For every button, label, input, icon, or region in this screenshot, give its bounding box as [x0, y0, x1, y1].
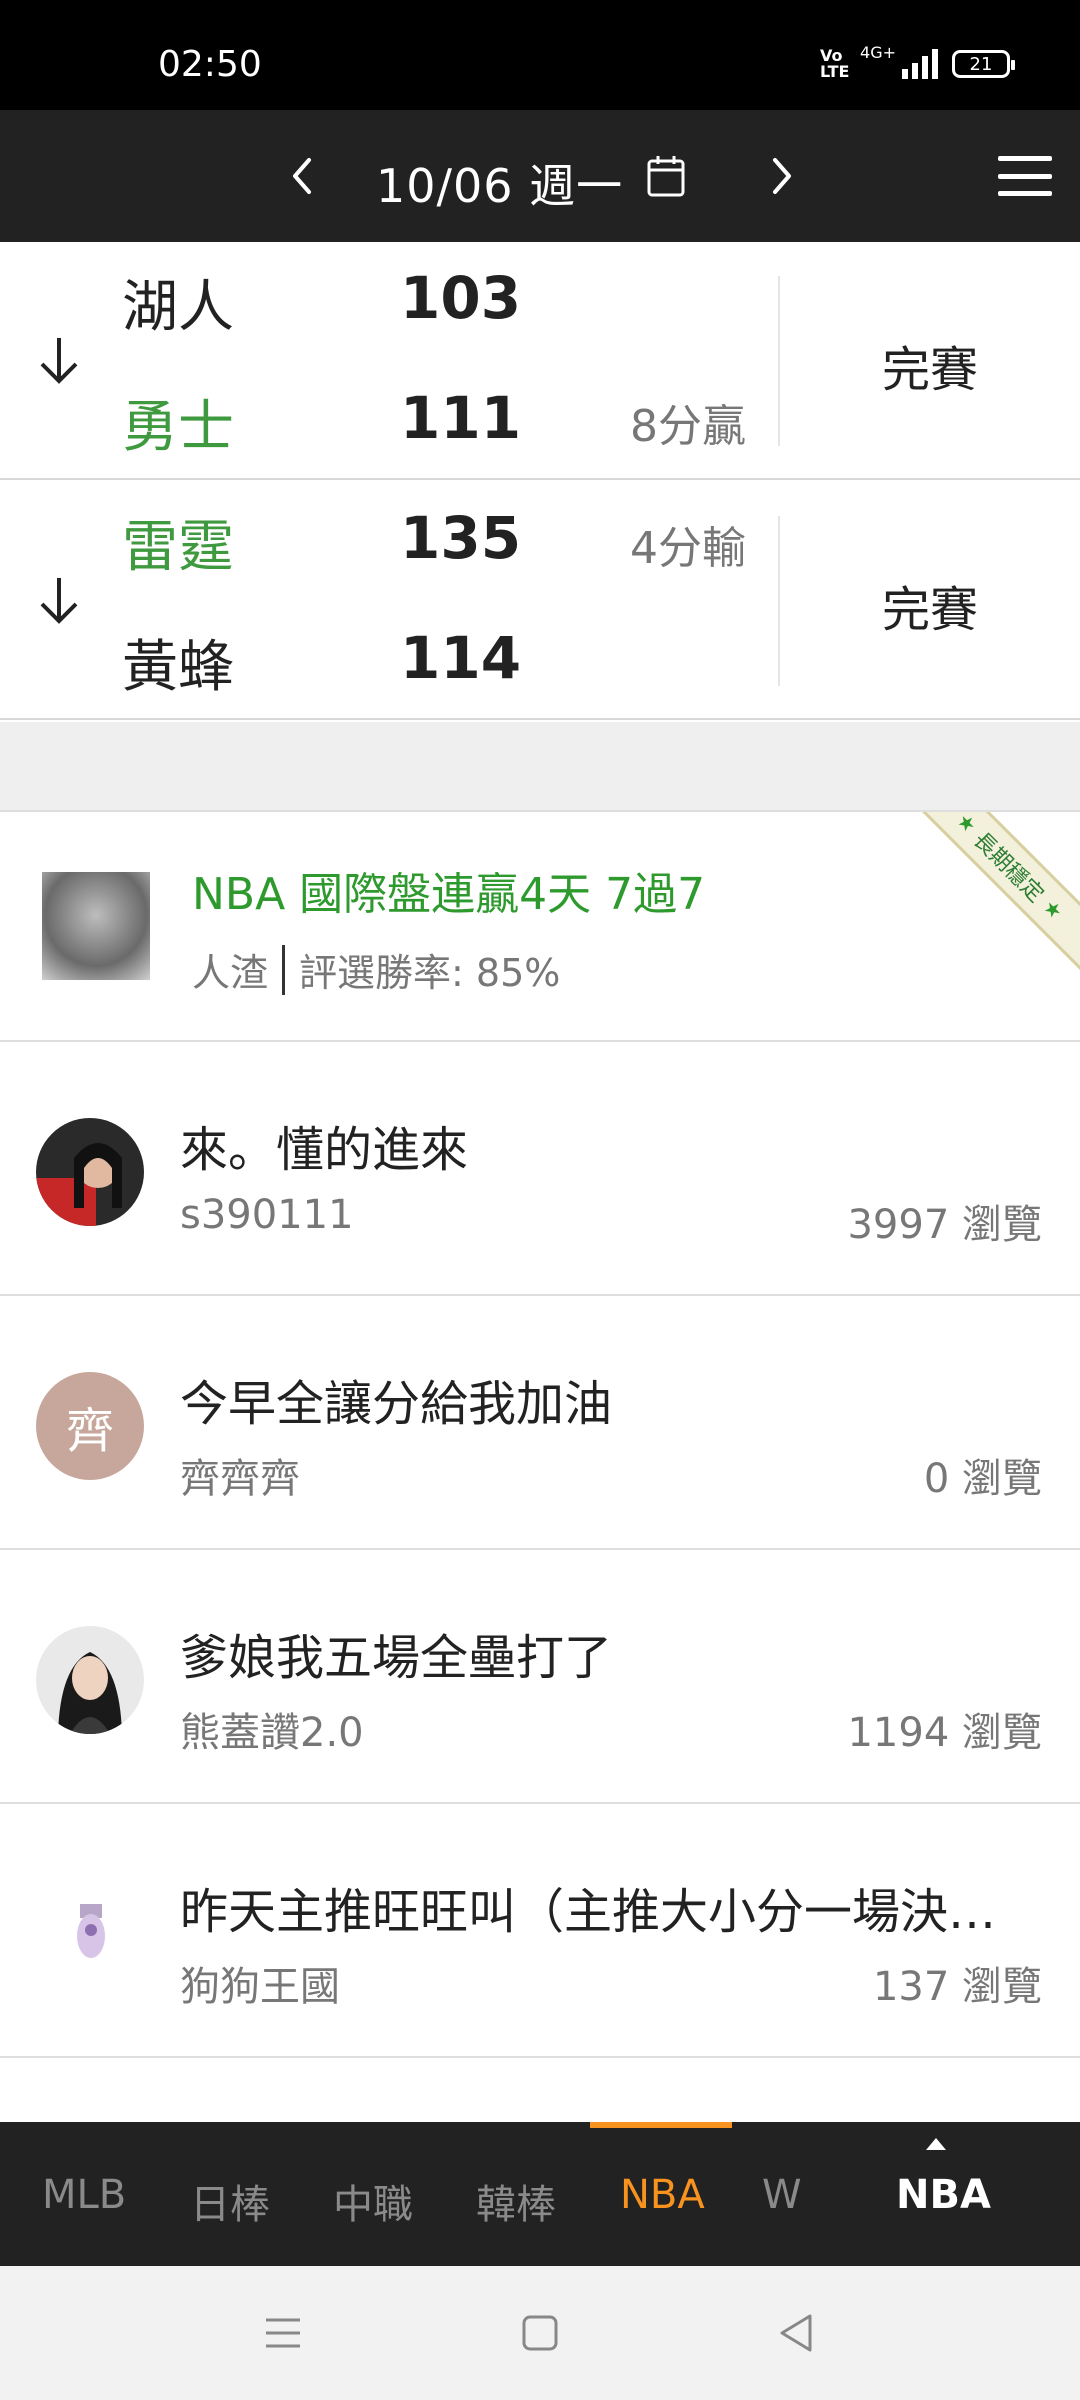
star-icon: ★: [952, 812, 982, 838]
ribbon-badge: ★ 長期穩定 ★: [901, 812, 1080, 975]
status-time: 02:50: [158, 44, 262, 85]
status-icons: Vo LTE 4G+ 21: [820, 43, 1015, 81]
calendar-icon[interactable]: [646, 154, 686, 198]
post-title: 今早全讓分給我加油: [180, 1376, 613, 1432]
chevron-left-icon: [293, 158, 311, 194]
game-status: 完賽: [882, 342, 979, 398]
team-name: 勇士: [122, 395, 234, 460]
featured-title: NBA 國際盤連贏4天 7過7: [192, 869, 706, 920]
post-author: 齊齊齊: [180, 1456, 300, 1502]
tab-cpbl[interactable]: 中職: [333, 2172, 413, 2230]
team-score: 103: [400, 264, 522, 332]
post-views: 137 瀏覽: [872, 1964, 1042, 2010]
system-nav-bar: [0, 2266, 1080, 2400]
team-name: 雷霆: [122, 515, 234, 580]
divider: [778, 276, 780, 446]
home-icon[interactable]: [515, 2308, 565, 2358]
hamburger-menu-icon[interactable]: [998, 156, 1052, 196]
post-views: 0 瀏覽: [923, 1456, 1042, 1502]
post-views: 1194 瀏覽: [847, 1710, 1042, 1756]
team-score: 114: [400, 624, 522, 692]
back-icon[interactable]: [772, 2308, 822, 2358]
tab-npb[interactable]: 日棒: [190, 2172, 270, 2230]
list-item[interactable]: 來。懂的進來 s390111 3997 瀏覽: [0, 1042, 1080, 1296]
game-result: 8分贏: [630, 401, 746, 452]
league-selector[interactable]: NBA: [896, 2172, 991, 2218]
avatar: [36, 1118, 144, 1226]
game-row[interactable]: 湖人 103 勇士 111 8分贏 完賽: [0, 242, 1080, 480]
date-label[interactable]: 10/06 週一: [376, 150, 623, 216]
post-title: 來。懂的進來: [180, 1122, 469, 1178]
battery-icon: 21: [952, 50, 1015, 78]
team-score: 111: [400, 384, 522, 452]
featured-thumbnail: [42, 872, 150, 980]
team-score: 135: [400, 504, 522, 572]
post-author: 熊蓋讚2.0: [180, 1710, 364, 1756]
next-day-button[interactable]: [752, 140, 812, 212]
featured-author: 人渣: [192, 951, 269, 995]
tab-w[interactable]: W: [762, 2172, 802, 2218]
divider: [282, 944, 286, 995]
featured-win-rate: 評選勝率: 85%: [299, 951, 561, 995]
tab-mlb[interactable]: MLB: [42, 2172, 126, 2218]
featured-meta: 人渣 評選勝率: 85%: [192, 942, 560, 997]
chevron-right-icon: [773, 158, 791, 194]
tab-kbo[interactable]: 韓棒: [476, 2172, 556, 2230]
recent-apps-icon[interactable]: [258, 2308, 308, 2358]
post-title: 爹娘我五場全壘打了: [180, 1630, 613, 1686]
previous-day-button[interactable]: [272, 140, 332, 212]
avatar: [36, 1626, 144, 1734]
arrow-down-icon: [40, 578, 78, 624]
battery-level: 21: [969, 53, 993, 75]
date-header: 10/06 週一: [0, 110, 1080, 242]
game-row[interactable]: 雷霆 135 黃蜂 114 4分輸 完賽: [0, 482, 1080, 720]
team-name: 黃蜂: [122, 635, 234, 700]
signal-icon: [902, 49, 938, 79]
arrow-down-icon: [40, 338, 78, 384]
team-name: 湖人: [122, 275, 234, 340]
avatar: 齊: [36, 1372, 144, 1480]
list-item[interactable]: 齊 今早全讓分給我加油 齊齊齊 0 瀏覽: [0, 1296, 1080, 1550]
star-icon: ★: [1038, 894, 1068, 924]
tab-nba[interactable]: NBA: [620, 2172, 705, 2218]
caret-up-icon: [926, 2138, 946, 2150]
ribbon-label: 長期穩定: [968, 827, 1049, 908]
volte-icon: Vo LTE: [820, 46, 850, 81]
section-spacer: [0, 722, 1080, 812]
network-type: 4G+: [860, 42, 896, 62]
avatar: [36, 1880, 144, 1988]
game-result: 4分輸: [630, 523, 746, 574]
post-title: 昨天主推旺旺叫（主推大小分一場決勝負）: [180, 1884, 1040, 1940]
post-author: 狗狗王國: [180, 1964, 340, 2010]
active-tab-indicator: [590, 2122, 732, 2128]
list-item[interactable]: 昨天主推旺旺叫（主推大小分一場決勝負） 狗狗王國 137 瀏覽: [0, 1804, 1080, 2058]
status-bar: 02:50 Vo LTE 4G+ 21: [0, 0, 1080, 110]
post-views: 3997 瀏覽: [847, 1202, 1042, 1248]
post-author: s390111: [180, 1192, 354, 1238]
list-item[interactable]: 爹娘我五場全壘打了 熊蓋讚2.0 1194 瀏覽: [0, 1550, 1080, 1804]
featured-post[interactable]: NBA 國際盤連贏4天 7過7 人渣 評選勝率: 85% ★ 長期穩定 ★: [0, 812, 1080, 1042]
league-tab-bar: MLB 日棒 中職 韓棒 NBA W NBA: [0, 2122, 1080, 2266]
game-status: 完賽: [882, 582, 979, 638]
divider: [778, 516, 780, 686]
